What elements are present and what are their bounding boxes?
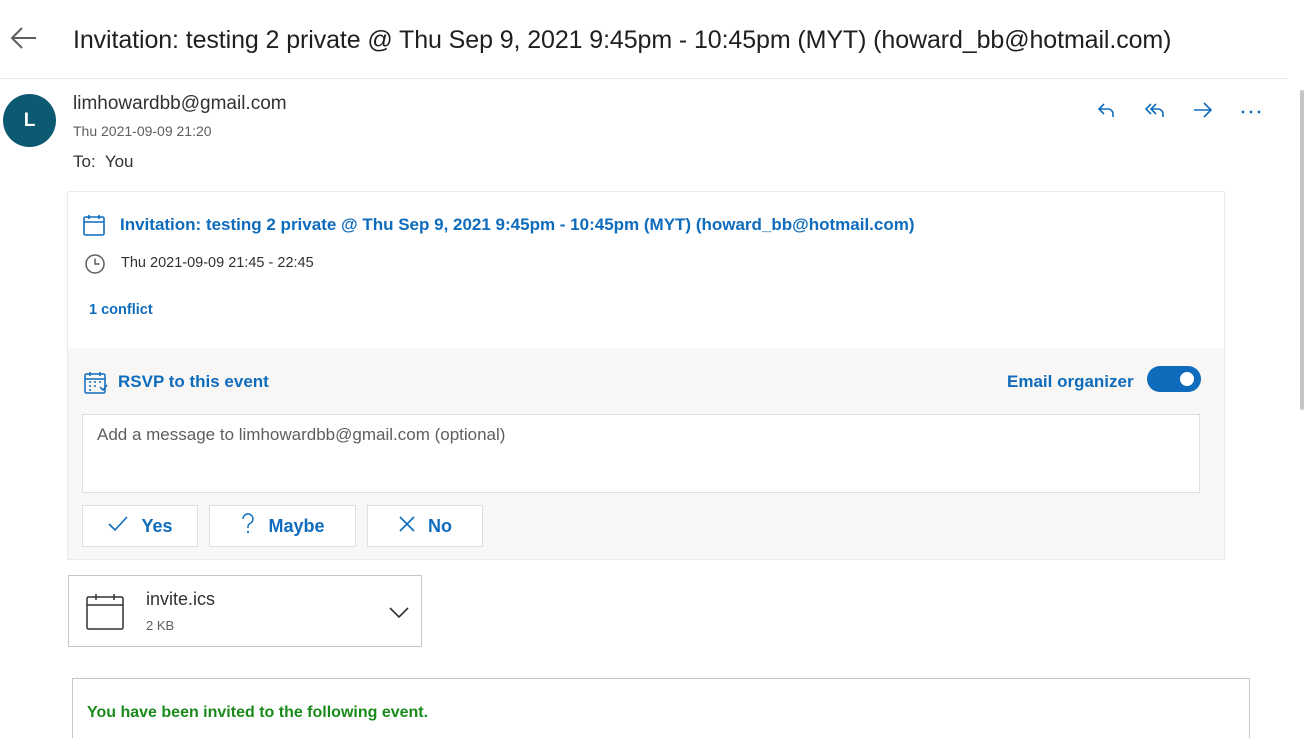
attachment-size: 2 KB xyxy=(146,618,175,633)
calendar-icon xyxy=(82,213,106,242)
invited-notice: You have been invited to the following e… xyxy=(87,704,429,721)
invite-title-link[interactable]: Invitation: testing 2 private @ Thu Sep … xyxy=(120,215,915,235)
recipients-line: To: You xyxy=(73,152,134,172)
x-icon xyxy=(398,515,416,538)
rsvp-calendar-icon xyxy=(83,370,109,401)
conflict-link[interactable]: 1 conflict xyxy=(89,302,153,318)
toggle-knob xyxy=(1180,372,1194,386)
no-label: No xyxy=(428,515,452,536)
reply-icon xyxy=(1095,99,1117,126)
rsvp-message-box[interactable] xyxy=(82,414,1200,493)
reply-button[interactable] xyxy=(1090,96,1122,128)
avatar[interactable]: L xyxy=(3,94,56,147)
rsvp-yes-button[interactable]: Yes xyxy=(82,505,198,547)
message-header: Invitation: testing 2 private @ Thu Sep … xyxy=(0,0,1288,79)
rsvp-no-button[interactable]: No xyxy=(367,505,483,547)
attachment-name: invite.ics xyxy=(146,589,216,609)
rsvp-label: RSVP to this event xyxy=(118,372,269,391)
rsvp-section: RSVP to this event Email organizer Yes M… xyxy=(68,348,1224,559)
meeting-invite-card: Invitation: testing 2 private @ Thu Sep … xyxy=(67,191,1225,560)
forward-button[interactable] xyxy=(1187,96,1219,128)
reply-all-button[interactable] xyxy=(1139,96,1171,128)
attachment-card[interactable]: invite.ics 2 KB xyxy=(68,575,422,647)
message-date: Thu 2021-09-09 21:20 xyxy=(73,123,212,139)
email-organizer-label: Email organizer xyxy=(1007,372,1134,391)
to-value[interactable]: You xyxy=(105,152,134,171)
rsvp-maybe-button[interactable]: Maybe xyxy=(209,505,356,547)
maybe-label: Maybe xyxy=(268,515,325,536)
email-body: You have been invited to the following e… xyxy=(72,678,1250,738)
more-icon xyxy=(1239,99,1263,126)
email-subject: Invitation: testing 2 private @ Thu Sep … xyxy=(73,26,1172,54)
back-arrow-icon[interactable] xyxy=(8,22,40,54)
question-icon xyxy=(240,512,256,540)
email-organizer-toggle[interactable] xyxy=(1147,366,1201,392)
event-time: Thu 2021-09-09 21:45 - 22:45 xyxy=(121,255,314,271)
file-calendar-icon xyxy=(85,592,125,637)
scrollbar-thumb[interactable] xyxy=(1300,90,1304,410)
sender-address[interactable]: limhowardbb@gmail.com xyxy=(73,93,287,115)
clock-icon xyxy=(84,253,106,280)
check-icon xyxy=(107,514,129,539)
reply-all-icon xyxy=(1143,99,1167,126)
more-actions-button[interactable] xyxy=(1235,96,1267,128)
forward-icon xyxy=(1191,99,1215,126)
rsvp-message-input[interactable] xyxy=(83,415,1199,455)
chevron-down-icon[interactable] xyxy=(387,600,411,629)
yes-label: Yes xyxy=(141,515,173,536)
to-label: To: xyxy=(73,152,96,171)
